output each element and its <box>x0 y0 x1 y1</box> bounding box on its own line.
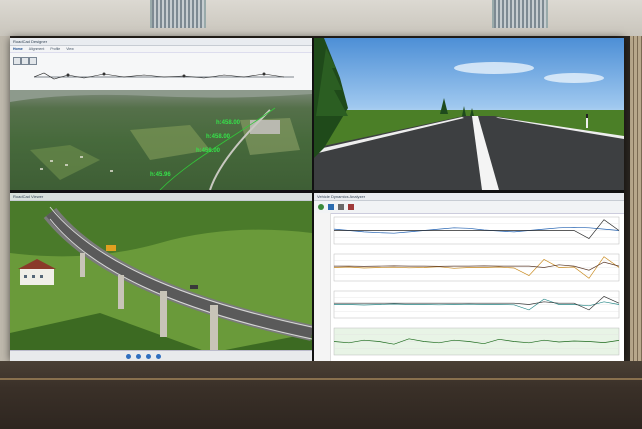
road-scene <box>314 38 624 190</box>
tab-alignment[interactable]: Alignment <box>29 46 45 52</box>
bridge-scene[interactable] <box>10 193 312 361</box>
cad-window: RoadCad Designer Home Alignment Profile … <box>10 38 312 190</box>
3d-terrain-view[interactable]: h:45.96 h:458.00 h:458.00 h:458.00 <box>10 90 312 190</box>
export-icon[interactable] <box>348 204 354 210</box>
settings-icon[interactable] <box>338 204 344 210</box>
floor <box>0 361 642 429</box>
media-controls <box>10 350 312 361</box>
window-title: RoadCad Designer <box>10 38 312 46</box>
analysis-window: Vehicle Dynamics Analyzer <box>314 193 624 361</box>
tab-home[interactable]: Home <box>13 46 23 52</box>
window-title: RoadCad Viewer <box>10 193 312 201</box>
stop-icon[interactable] <box>146 354 151 359</box>
elevation-label: h:458.00 <box>206 134 231 140</box>
rewind-icon[interactable] <box>126 354 131 359</box>
tab-view[interactable]: View <box>66 46 74 52</box>
save-icon[interactable] <box>21 57 29 65</box>
ceiling <box>0 0 642 36</box>
elevation-label: h:458.00 <box>196 148 221 154</box>
left-wall <box>0 36 10 361</box>
bridge-render-window: RoadCad Viewer <box>10 193 312 361</box>
print-icon[interactable] <box>29 57 37 65</box>
right-wall-panel <box>630 36 642 361</box>
projection-screen: RoadCad Designer Home Alignment Profile … <box>10 38 624 361</box>
driver-view <box>314 38 624 190</box>
charts-panel <box>333 216 620 356</box>
ceiling-vent <box>150 0 206 28</box>
elevation-label: h:45.96 <box>150 172 171 178</box>
open-icon[interactable] <box>13 57 21 65</box>
open-icon[interactable] <box>328 204 334 210</box>
floor-reflection <box>0 378 642 380</box>
play-icon[interactable] <box>136 354 141 359</box>
forward-icon[interactable] <box>156 354 161 359</box>
tab-profile[interactable]: Profile <box>50 46 60 52</box>
window-title: Vehicle Dynamics Analyzer <box>314 193 624 201</box>
refresh-icon[interactable] <box>318 204 324 210</box>
elevation-label: h:458.00 <box>216 120 241 126</box>
ribbon <box>10 53 312 92</box>
ceiling-vent <box>492 0 548 28</box>
ribbon-tabs: Home Alignment Profile View <box>10 46 312 53</box>
profile-drawing <box>34 72 294 80</box>
